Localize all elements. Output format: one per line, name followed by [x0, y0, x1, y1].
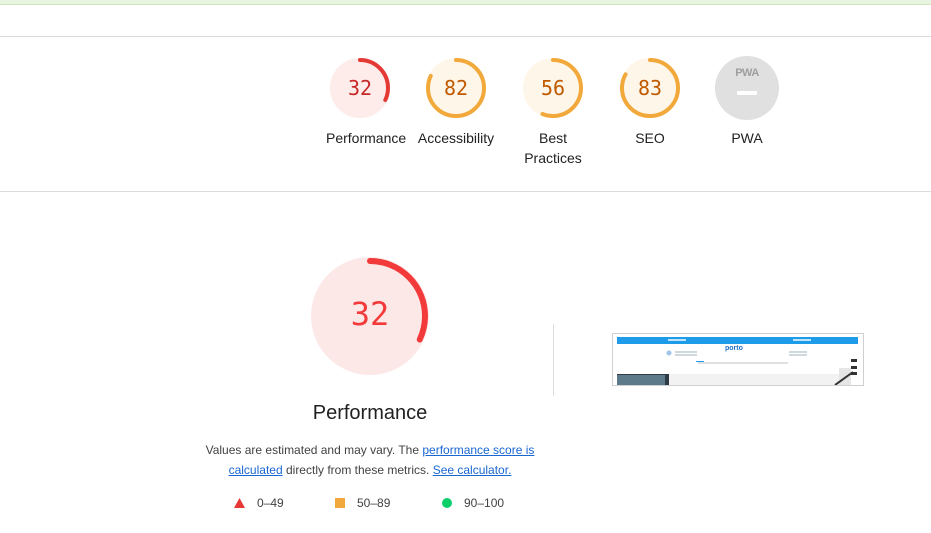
top-status-bar — [0, 0, 931, 5]
gauge-performance-label: Performance — [326, 130, 407, 146]
legend-pass: 90–100 — [442, 496, 504, 510]
gauge-performance-score: 32 — [347, 76, 373, 100]
performance-description: Values are estimated and may vary. The p… — [200, 440, 540, 480]
see-calculator-link[interactable]: See calculator. — [433, 463, 512, 477]
gauge-best-practices-label-line1: Best — [538, 130, 567, 146]
description-text-1: Values are estimated and may vary. The — [205, 443, 423, 457]
description-text-2: directly from these metrics. — [282, 463, 433, 477]
vertical-divider — [553, 324, 554, 396]
gauge-best-practices-label: Best Practices — [519, 128, 587, 168]
divider-middle — [0, 191, 931, 192]
gauge-accessibility-label: Accessibility — [417, 130, 495, 146]
gauge-pwa-label: PWA — [731, 130, 763, 146]
main-performance-title: Performance — [312, 402, 428, 424]
gauge-best-practices-label-line2: Practices — [524, 150, 582, 166]
triangle-icon — [234, 498, 245, 508]
gauge-seo-score: 83 — [637, 76, 663, 100]
pwa-icon — [715, 56, 779, 120]
main-performance-score: 32 — [350, 295, 390, 333]
screenshot-image — [617, 337, 858, 385]
gauge-accessibility-score: 82 — [443, 76, 469, 100]
gauge-accessibility[interactable]: 82 Accessibility — [418, 56, 494, 148]
square-icon — [335, 498, 345, 508]
gauge-seo-label: SEO — [635, 130, 665, 146]
legend-average: 50–89 — [335, 496, 390, 510]
pwa-badge-text: PWA — [735, 67, 759, 79]
legend-average-label: 50–89 — [357, 496, 391, 510]
screenshot-logo: porto — [725, 345, 743, 352]
gauge-performance[interactable]: 32 Performance — [326, 56, 407, 148]
divider-top — [0, 36, 931, 37]
legend-pass-label: 90–100 — [464, 496, 505, 510]
final-screenshot-thumbnail[interactable]: porto — [612, 333, 864, 386]
gauge-best-practices-score: 56 — [540, 76, 566, 100]
legend-fail: 0–49 — [234, 496, 284, 510]
gauge-best-practices[interactable]: 56 Best Practices — [519, 56, 587, 168]
gauge-pwa[interactable]: PWA PWA — [713, 56, 781, 148]
legend-fail-label: 0–49 — [257, 496, 284, 510]
circle-icon — [442, 498, 452, 508]
main-performance-gauge: 32 — [309, 255, 431, 382]
gauge-seo[interactable]: 83 SEO — [616, 56, 684, 148]
